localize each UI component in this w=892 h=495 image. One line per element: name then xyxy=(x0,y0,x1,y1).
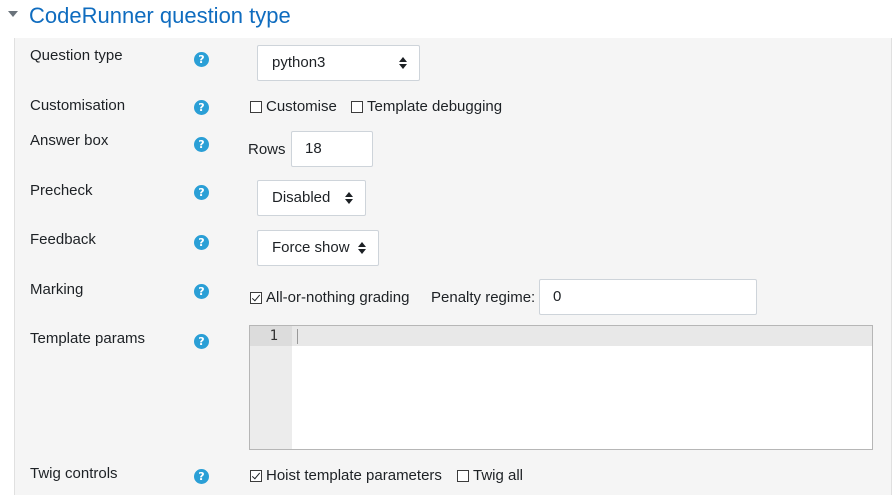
help-icon[interactable]: ? xyxy=(194,185,209,200)
twig-all-checkbox[interactable] xyxy=(457,470,469,482)
rows-input[interactable]: 18 xyxy=(291,131,373,167)
customise-checkbox[interactable] xyxy=(250,101,262,113)
template-debugging-checkbox[interactable] xyxy=(351,101,363,113)
help-icon[interactable]: ? xyxy=(194,235,209,250)
hoist-template-parameters-label[interactable]: Hoist template parameters xyxy=(266,467,442,485)
template-params-editor[interactable]: 1 xyxy=(249,325,873,450)
rows-value: 18 xyxy=(305,140,322,157)
help-icon[interactable]: ? xyxy=(194,284,209,299)
help-icon[interactable]: ? xyxy=(194,469,209,484)
editor-gutter-active-line: 1 xyxy=(250,326,292,346)
rows-label: Rows xyxy=(248,141,286,158)
editor-active-line xyxy=(292,326,872,346)
template-params-label: Template params xyxy=(30,330,146,347)
hoist-template-parameters-checkbox[interactable] xyxy=(250,470,262,482)
help-icon[interactable]: ? xyxy=(194,137,209,152)
feedback-select[interactable]: Force show xyxy=(257,230,379,266)
twig-all-label[interactable]: Twig all xyxy=(473,467,523,485)
question-type-label: Question type xyxy=(30,47,123,64)
all-or-nothing-label[interactable]: All-or-nothing grading xyxy=(266,289,409,307)
help-icon[interactable]: ? xyxy=(194,52,209,67)
select-arrows-icon xyxy=(358,242,366,254)
answer-box-label: Answer box xyxy=(30,132,109,149)
all-or-nothing-checkbox[interactable] xyxy=(250,292,262,304)
line-number: 1 xyxy=(269,328,278,344)
precheck-label: Precheck xyxy=(30,182,93,199)
precheck-value: Disabled xyxy=(272,189,331,206)
help-icon[interactable]: ? xyxy=(194,100,209,115)
precheck-select[interactable]: Disabled xyxy=(257,180,366,216)
penalty-regime-value: 0 xyxy=(553,288,562,305)
customise-label[interactable]: Customise xyxy=(266,98,337,116)
select-arrows-icon xyxy=(345,192,353,204)
help-icon[interactable]: ? xyxy=(194,334,209,349)
twig-controls-label: Twig controls xyxy=(30,465,118,482)
select-arrows-icon xyxy=(399,57,407,69)
question-type-value: python3 xyxy=(272,54,326,71)
section-title[interactable]: CodeRunner question type xyxy=(29,2,291,30)
editor-cursor xyxy=(297,329,298,344)
feedback-label: Feedback xyxy=(30,231,96,248)
penalty-regime-label: Penalty regime: xyxy=(431,289,536,306)
customisation-label: Customisation xyxy=(30,97,126,114)
feedback-value: Force show xyxy=(272,239,350,256)
question-type-select[interactable]: python3 xyxy=(257,45,420,81)
template-debugging-label[interactable]: Template debugging xyxy=(367,98,502,116)
collapse-chevron-icon[interactable] xyxy=(8,11,18,17)
penalty-regime-input[interactable]: 0 xyxy=(539,279,757,315)
section-header[interactable]: CodeRunner question type xyxy=(0,0,892,34)
marking-label: Marking xyxy=(30,281,84,298)
